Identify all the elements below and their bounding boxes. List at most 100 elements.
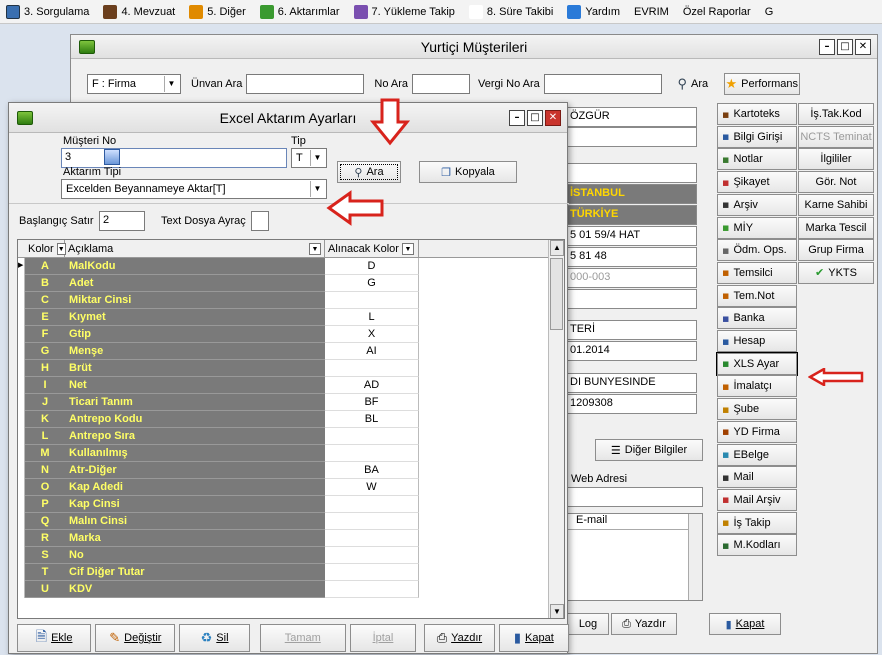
minimize-button[interactable]: –	[819, 39, 835, 55]
side-button-banka[interactable]: ▪ Banka	[717, 307, 797, 330]
kolor-cell[interactable]: E	[25, 309, 65, 326]
side-button-kartoteks[interactable]: ▪ Kartoteks	[717, 103, 797, 125]
alinacak-cell[interactable]: BF	[325, 394, 419, 411]
col-aciklama-header[interactable]: Açıklama ▼	[65, 240, 325, 257]
side-button-mail-ar-iv[interactable]: ▪ Mail Arşiv	[717, 488, 797, 511]
side-button-xls-ayar[interactable]: ▪ XLS Ayar	[716, 351, 798, 376]
tip-select[interactable]: T ▼	[291, 148, 327, 168]
main-yazdir-button[interactable]: ⎙ Yazdır	[611, 613, 677, 635]
table-row[interactable]: I Net AD	[18, 377, 564, 394]
kolor-cell[interactable]: N	[25, 462, 65, 479]
side-button-notlar[interactable]: ▪ Notlar	[717, 148, 797, 171]
code-field[interactable]: 000-003	[565, 268, 697, 288]
table-row[interactable]: ▶ A MalKodu D	[18, 258, 564, 275]
kolor-cell[interactable]: S	[25, 547, 65, 564]
ekle-button[interactable]: 🗎 Ekle	[17, 624, 92, 652]
phone2-field[interactable]: 5 81 48	[565, 247, 697, 267]
table-row[interactable]: Q Malın Cinsi	[18, 513, 564, 530]
aciklama-cell[interactable]: Antrepo Kodu	[65, 411, 325, 428]
side-button-marka-tescil[interactable]: Marka Tescil	[798, 216, 874, 239]
table-row[interactable]: H Brüt	[18, 360, 564, 377]
log-button[interactable]: Log	[567, 613, 609, 635]
aciklama-cell[interactable]: Kıymet	[65, 309, 325, 326]
diger-bilgiler-button[interactable]: ☰ Diğer Bilgiler	[595, 439, 703, 461]
ayrac-input[interactable]	[251, 211, 269, 231]
alinacak-cell[interactable]	[325, 360, 419, 377]
aciklama-cell[interactable]: Net	[65, 377, 325, 394]
country-field[interactable]: TÜRKİYE	[565, 205, 697, 225]
dialog-ara-button[interactable]: ⚲ Ara	[337, 161, 401, 183]
menu-item-7[interactable]: EVRIM	[634, 6, 669, 18]
table-row[interactable]: J Ticari Tanım BF	[18, 394, 564, 411]
kolor-cell[interactable]: G	[25, 343, 65, 360]
label-field[interactable]: TERİ	[565, 320, 697, 340]
aciklama-cell[interactable]: Adet	[65, 275, 325, 292]
aciklama-cell[interactable]: Cif Diğer Tutar	[65, 564, 325, 581]
menu-item-3[interactable]: 6. Aktarımlar	[259, 4, 340, 19]
office-field[interactable]: DI BUNYESINDE	[565, 373, 697, 393]
performans-button[interactable]: ★ Performans	[723, 73, 800, 95]
type-select[interactable]: F : Firma ▼	[87, 74, 181, 94]
table-row[interactable]: O Kap Adedi W	[18, 479, 564, 496]
kolor-cell[interactable]: H	[25, 360, 65, 377]
name-field-2[interactable]	[565, 127, 697, 147]
table-row[interactable]: N Atr-Diğer BA	[18, 462, 564, 479]
number-field[interactable]: 1209308	[565, 394, 697, 414]
side-button--ube[interactable]: ▪ Şube	[717, 398, 797, 421]
scroll-thumb[interactable]	[550, 258, 563, 330]
menu-item-5[interactable]: 8. Süre Takibi	[468, 4, 553, 19]
alinacak-cell[interactable]	[325, 513, 419, 530]
filter-dropdown-icon[interactable]: ▼	[309, 242, 321, 255]
email-scrollbar[interactable]	[688, 514, 702, 600]
yazdir-button[interactable]: ⎙ Yazdır	[424, 624, 495, 652]
lookup-icon[interactable]	[104, 149, 120, 165]
alinacak-cell[interactable]: BA	[325, 462, 419, 479]
side-button-ykts[interactable]: ✔ YKTS	[798, 261, 874, 284]
chevron-down-icon[interactable]: ▼	[164, 76, 178, 92]
kolor-cell[interactable]: L	[25, 428, 65, 445]
alinacak-cell[interactable]	[325, 581, 419, 598]
alinacak-cell[interactable]: BL	[325, 411, 419, 428]
table-row[interactable]: T Cif Diğer Tutar	[18, 564, 564, 581]
side-button-i-takip[interactable]: ▪ İş Takip	[717, 511, 797, 534]
aciklama-cell[interactable]: Kap Adedi	[65, 479, 325, 496]
kolor-cell[interactable]: T	[25, 564, 65, 581]
baslangic-input[interactable]: 2	[99, 211, 145, 231]
alinacak-cell[interactable]	[325, 292, 419, 309]
menu-item-1[interactable]: 4. Mevzuat	[103, 4, 175, 19]
alinacak-cell[interactable]	[325, 445, 419, 462]
side-button-i-tak-kod[interactable]: İş.Tak.Kod	[798, 103, 874, 125]
side-button-g-r-not[interactable]: Gör. Not	[798, 171, 874, 194]
kolor-cell[interactable]: O	[25, 479, 65, 496]
kolor-cell[interactable]: R	[25, 530, 65, 547]
side-button-temsilci[interactable]: ▪ Temsilci	[717, 261, 797, 284]
side-button--ikayet[interactable]: ▪ Şikayet	[717, 171, 797, 194]
kolor-cell[interactable]: A	[25, 258, 65, 275]
table-row[interactable]: B Adet G	[18, 275, 564, 292]
main-kapat-button[interactable]: ▮ Kapat	[709, 613, 781, 635]
sil-button[interactable]: ♻ Sil	[179, 624, 250, 652]
alinacak-cell[interactable]: G	[325, 275, 419, 292]
kolor-cell[interactable]: C	[25, 292, 65, 309]
kolor-cell[interactable]: F	[25, 326, 65, 343]
side-button-karne-sahibi[interactable]: Karne Sahibi	[798, 193, 874, 216]
aciklama-cell[interactable]: Atr-Diğer	[65, 462, 325, 479]
aciklama-cell[interactable]: No	[65, 547, 325, 564]
maximize-button[interactable]: □	[837, 39, 853, 55]
kolor-cell[interactable]: P	[25, 496, 65, 513]
kolor-cell[interactable]: M	[25, 445, 65, 462]
aciklama-cell[interactable]: Brüt	[65, 360, 325, 377]
side-button-mi-y[interactable]: ▪ MİY	[717, 216, 797, 239]
alinacak-cell[interactable]: W	[325, 479, 419, 496]
menu-item-9[interactable]: G	[765, 6, 774, 18]
dialog-maximize-button[interactable]: □	[527, 110, 543, 126]
alinacak-cell[interactable]	[325, 564, 419, 581]
table-row[interactable]: U KDV	[18, 581, 564, 598]
alinacak-cell[interactable]: D	[325, 258, 419, 275]
side-button-hesap[interactable]: ▪ Hesap	[717, 330, 797, 352]
tamam-button[interactable]: Tamam	[259, 624, 346, 652]
col-alinacak-header[interactable]: Alınacak Kolor ▼	[325, 240, 419, 257]
table-row[interactable]: P Kap Cinsi	[18, 496, 564, 513]
side-button-mail[interactable]: ▪ Mail	[717, 466, 797, 489]
web-field[interactable]	[565, 487, 703, 507]
